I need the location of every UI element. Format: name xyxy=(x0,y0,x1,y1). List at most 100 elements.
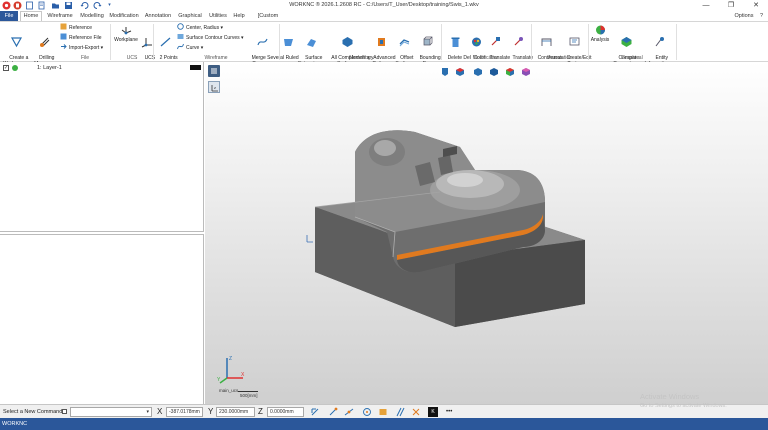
line-icon xyxy=(160,37,170,47)
entity-information-icon xyxy=(655,37,664,47)
layer-panel: ✓ 1: Layer-1 xyxy=(0,62,204,232)
surface-contour-curves-button[interactable]: Surface Contour Curves ▾ xyxy=(177,33,244,42)
reference-file-button[interactable]: Reference File xyxy=(60,33,102,42)
circle-icon xyxy=(177,23,184,30)
ruled-surface-icon xyxy=(283,39,293,46)
options-menu[interactable]: Options ▾ xyxy=(733,11,755,29)
tab-modification[interactable]: Modification xyxy=(108,11,140,21)
snap-edge-icon[interactable] xyxy=(395,407,405,417)
window-title: WORKNC ® 2026.1.2608 RC - C:/Users/T_Use… xyxy=(289,2,479,8)
layer-label[interactable]: 1: Layer-1 xyxy=(37,64,62,72)
z-coordinate-field[interactable]: 0.0000mm xyxy=(267,407,304,417)
more-options[interactable]: ••• xyxy=(446,407,452,417)
snap-intersect-icon[interactable] xyxy=(411,407,421,417)
snap-center-icon[interactable] xyxy=(362,407,372,417)
snap-toggle-icon[interactable]: K xyxy=(428,407,438,417)
reference-button[interactable]: Reference xyxy=(60,23,92,32)
view-right-icon[interactable] xyxy=(473,67,483,77)
analysis-button[interactable]: Analysis xyxy=(589,24,611,43)
group-label-graphical: Graphical xyxy=(621,55,643,61)
group-label-modelling: Modelling xyxy=(349,55,371,61)
command-input[interactable]: ▾ xyxy=(70,407,152,417)
group-separator xyxy=(110,24,111,60)
minimize-button[interactable]: — xyxy=(695,0,717,11)
contour-curves-icon xyxy=(177,34,184,39)
properties-panel xyxy=(0,234,204,404)
snap-surface-icon[interactable] xyxy=(378,407,388,417)
ucs-icon xyxy=(141,38,152,48)
view-render-icon[interactable] xyxy=(521,67,531,77)
merge-curves-icon xyxy=(256,38,268,46)
bounding-box-icon xyxy=(423,36,432,46)
command-checkbox[interactable] xyxy=(62,409,67,414)
cutter-icon xyxy=(377,38,385,46)
tab-utilities[interactable]: Utilities xyxy=(207,11,229,21)
reference-icon xyxy=(60,23,67,30)
workplane-button[interactable]: Workplane xyxy=(112,24,140,43)
maximize-button[interactable]: ❐ xyxy=(720,0,742,11)
view-front-icon[interactable] xyxy=(441,67,449,77)
layer-color-swatch[interactable] xyxy=(190,65,201,70)
scale-bar xyxy=(238,391,258,392)
help-icon[interactable]: ? xyxy=(757,11,766,21)
svg-text:z: z xyxy=(214,85,216,90)
group-label-ucs: UCS xyxy=(126,55,138,61)
workplane-icon xyxy=(121,27,131,35)
tab-wireframe[interactable]: Wireframe xyxy=(45,11,75,21)
import-export-button[interactable]: Import-Export ▾ xyxy=(60,43,103,52)
group-label-wireframe: Wireframe xyxy=(204,55,228,61)
color-icon xyxy=(471,37,481,47)
analysis-icon xyxy=(595,25,605,35)
translate-alt-icon xyxy=(514,37,523,46)
viewport-menu-button[interactable] xyxy=(208,65,220,77)
surface-contour-curves-label: Surface Contour Curves ▾ xyxy=(186,35,244,41)
3d-viewport[interactable]: z Z X Y main_ucs 500[mm] xyxy=(205,62,768,404)
axis-z-label: Z xyxy=(229,356,232,362)
translate-icon xyxy=(491,37,500,46)
x-coordinate-field[interactable]: -387.0178mm xyxy=(166,407,203,417)
scale-label: 500[mm] xyxy=(240,393,258,398)
snap-point-icon[interactable] xyxy=(310,407,320,417)
view-iso-icon[interactable] xyxy=(489,67,499,77)
menu-bar: File Home Wireframe Modelling Modificati… xyxy=(0,11,768,29)
axis-x-label: X xyxy=(241,372,245,378)
tab-modelling[interactable]: Modelling xyxy=(78,11,106,21)
watermark-subtitle: Go to Settings to activate Windows. xyxy=(640,403,727,409)
compare-geometry-icon xyxy=(621,37,631,47)
tab-annotation[interactable]: Annotation xyxy=(144,11,172,21)
reference-file-icon xyxy=(60,33,67,40)
layer-active-icon[interactable] xyxy=(12,65,18,71)
dimension-icon xyxy=(541,38,551,46)
tab-graphical[interactable]: Graphical xyxy=(177,11,203,21)
triad-label: main_ucs xyxy=(219,388,239,393)
surface-extension-icon xyxy=(306,39,316,47)
viewport-axes-button[interactable]: z xyxy=(208,81,220,93)
ribbon: Create a Workzone ▾ Drilling Manager Ref… xyxy=(0,21,768,67)
snap-mid-icon[interactable] xyxy=(344,407,354,417)
tab-custom[interactable]: [Custom Tab] xyxy=(252,11,284,29)
curve-button[interactable]: Curve ▾ xyxy=(177,43,203,52)
offset-surface-icon xyxy=(399,39,409,47)
import-export-label: Import-Export ▾ xyxy=(69,45,104,51)
complementary-surfaces-icon xyxy=(342,37,352,47)
reference-file-label: Reference File xyxy=(69,35,102,41)
close-button[interactable]: ✕ xyxy=(745,0,767,11)
group-label-file: File xyxy=(80,55,90,61)
axis-triad: Z X Y xyxy=(217,356,245,384)
tab-help[interactable]: Help xyxy=(232,11,246,21)
center-radius-button[interactable]: Center, Radius ▾ xyxy=(177,23,223,32)
workplane-label: Workplane xyxy=(114,37,138,43)
view-top-icon[interactable] xyxy=(455,67,465,77)
group-label-modification: Modification xyxy=(472,55,500,61)
tab-file[interactable]: File xyxy=(0,11,18,21)
snap-end-icon[interactable] xyxy=(328,407,338,417)
group-label-annotation: Annotation xyxy=(548,55,572,61)
tab-home[interactable]: Home xyxy=(20,11,42,21)
layer-checkbox[interactable]: ✓ xyxy=(3,65,9,71)
part-model[interactable] xyxy=(295,122,605,332)
trash-icon xyxy=(451,37,459,47)
dropdown-icon: ▾ xyxy=(146,409,149,415)
view-shaded-icon[interactable] xyxy=(505,67,515,77)
drilling-icon xyxy=(39,37,49,47)
y-coordinate-field[interactable]: 230.0000mm xyxy=(216,407,255,417)
